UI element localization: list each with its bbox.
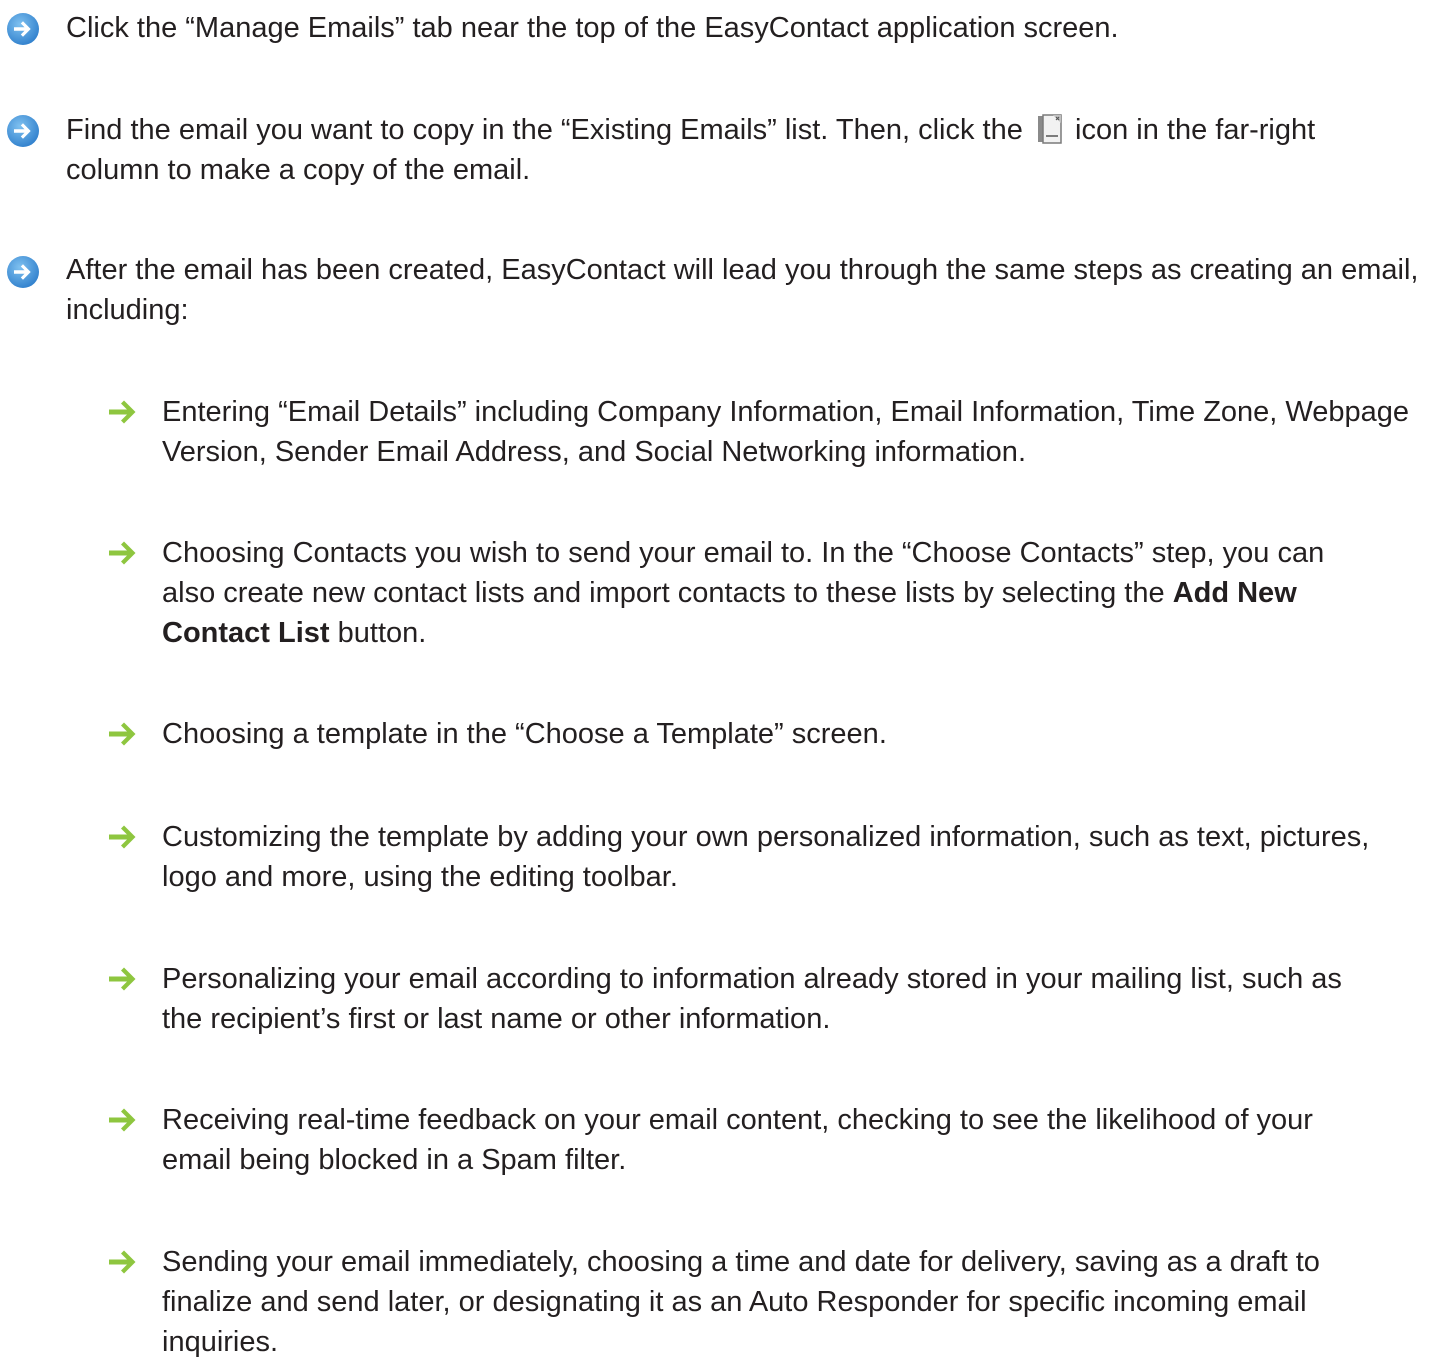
sub-step-6-text: Receiving real-time feedback on your ema…	[162, 1104, 1313, 1176]
sub-step-2-text: Choosing Contacts you wish to send your …	[162, 533, 1342, 653]
step-2-text-before-icon: Find the email you want to copy in the “…	[66, 114, 1023, 146]
sub-step-1-text: Entering “Email Details” including Compa…	[162, 396, 1410, 468]
instructions-page: Click the “Manage Emails” tab near the t…	[0, 0, 1435, 1358]
sub-step-4-text: Customizing the template by adding your …	[162, 821, 1370, 893]
blue-circle-arrow-icon	[7, 256, 39, 288]
sub-step-3-text: Choosing a template in the “Choose a Tem…	[162, 718, 887, 750]
sub-step-7-text: Sending your email immediately, choosing…	[162, 1246, 1320, 1358]
step-1-text: Click the “Manage Emails” tab near the t…	[66, 12, 1119, 44]
green-arrow-icon	[109, 1250, 136, 1274]
sub-step-2-text-before-bold: Choosing Contacts you wish to send your …	[162, 537, 1325, 609]
blue-circle-arrow-icon	[7, 115, 39, 147]
copy-email-icon	[1037, 114, 1062, 144]
green-arrow-icon	[109, 541, 136, 565]
green-arrow-icon	[109, 1108, 136, 1132]
green-arrow-icon	[109, 400, 136, 424]
green-arrow-icon	[109, 722, 136, 746]
green-arrow-icon	[109, 825, 136, 849]
blue-circle-arrow-icon	[7, 13, 39, 45]
step-3-text: After the email has been created, EasyCo…	[66, 254, 1419, 326]
sub-step-2-text-after-bold: button.	[337, 617, 427, 649]
green-arrow-icon	[109, 967, 136, 991]
step-2-text: Find the email you want to copy in the “…	[66, 110, 1346, 190]
sub-step-5-text: Personalizing your email according to in…	[162, 963, 1342, 1035]
